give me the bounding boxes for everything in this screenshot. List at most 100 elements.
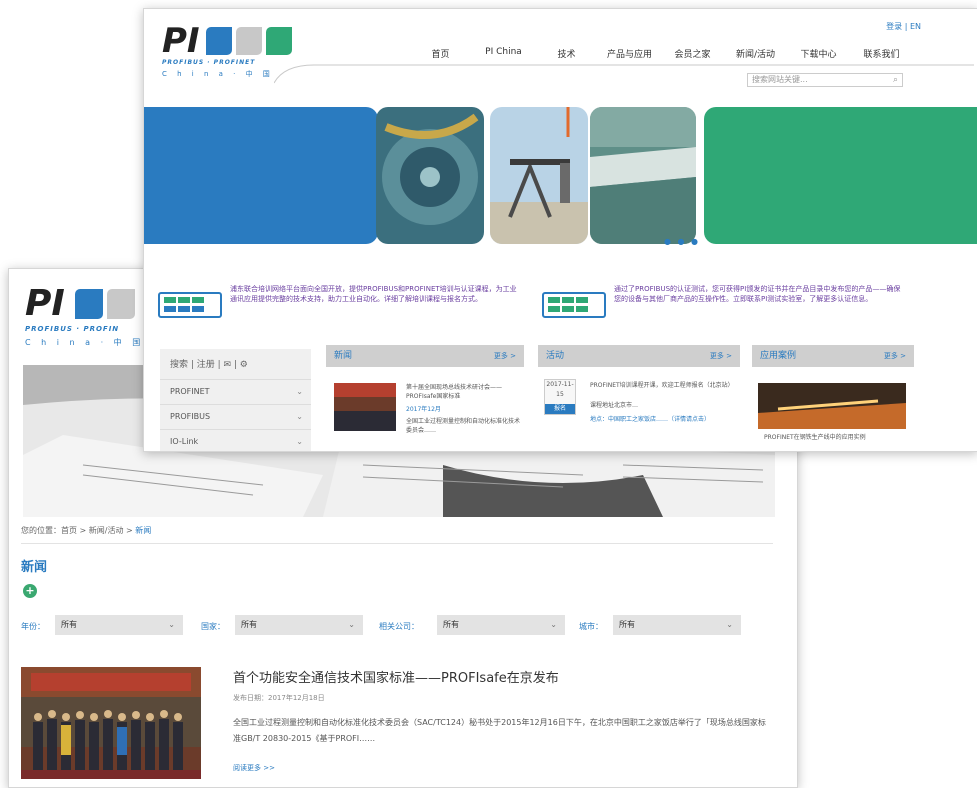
event-item-desc: 地点：中国职工之家饭店……（详情请点击） <box>590 416 711 423</box>
news-column-header: 新闻 更多 > <box>326 345 524 367</box>
banner-panel-gear[interactable] <box>376 107 484 244</box>
filter-company-label: 相关公司： <box>379 622 419 631</box>
news-column-title[interactable]: 新闻 <box>334 351 352 361</box>
divider <box>21 543 773 544</box>
filter-city-value: 所有 <box>619 620 635 629</box>
nav-item-home[interactable]: 首页 <box>409 47 472 60</box>
article-title-link[interactable]: 首个功能安全通信技术国家标准——PROFIsafe在京发布 <box>233 667 559 686</box>
logo-blue-square <box>206 27 232 55</box>
chevron-down-icon: ⌄ <box>348 620 355 629</box>
breadcrumb: 您的位置：首页 > 新闻/活动 > 新闻 <box>21 525 151 536</box>
banner-panel-green <box>704 107 977 244</box>
sidebar-item-label: PROFIBUS <box>170 412 211 421</box>
pi-logo-mark: PI <box>25 283 65 324</box>
home-page-window: PI PROFIBUS · PROFINET C h i n a · 中 国 登… <box>143 8 977 452</box>
filter-country-select[interactable]: 所有 ⌄ <box>235 615 363 635</box>
event-item-title[interactable]: PROFINET培训课程开课，欢迎工程师报名（北京站） <box>590 381 740 390</box>
top-links-separator: | <box>902 22 910 31</box>
events-more-link[interactable]: 更多 > <box>710 345 732 367</box>
news-item-title[interactable]: 第十届全国现场总线技术研讨会——PROFIsafe国家标准 <box>406 383 524 401</box>
event-date-badge: 2017-11-15 报名 <box>544 379 576 415</box>
promo-text-left: 浦东联合培训网络平台面向全国开放，提供PROFIBUS和PROFINET培训与认… <box>230 285 517 303</box>
case-item-title[interactable]: PROFINET在钢铁生产线中的应用实例 <box>764 433 914 442</box>
cases-more-link[interactable]: 更多 > <box>884 345 906 367</box>
search-icon[interactable]: ⌕ <box>893 74 898 86</box>
chevron-down-icon: ⌄ <box>726 620 733 629</box>
sidebar: 搜索 | 注册 | ✉ | ⚙ PROFINET ⌄ PROFIBUS ⌄ IO-L… <box>160 349 311 451</box>
pi-logo-mark: PI <box>162 21 200 61</box>
breadcrumb-prefix: 您的位置： <box>21 526 61 535</box>
filter-company-value: 所有 <box>443 620 459 629</box>
filter-year-value: 所有 <box>61 620 77 629</box>
news-item-date: 2017年12月 <box>406 406 441 413</box>
read-more-link[interactable]: 阅读更多 >> <box>233 763 275 773</box>
sidebar-item-profibus[interactable]: PROFIBUS ⌄ <box>160 404 311 429</box>
breadcrumb-section[interactable]: 新闻/活动 <box>89 526 124 535</box>
sidebar-item-iolink[interactable]: IO-Link ⌄ <box>160 429 311 451</box>
breadcrumb-home[interactable]: 首页 <box>61 526 77 535</box>
filter-year-label: 年份： <box>21 622 45 631</box>
case-thumbnail[interactable] <box>758 383 906 429</box>
events-column-header: 活动 更多 > <box>538 345 740 367</box>
sidebar-item-label: IO-Link <box>170 437 199 446</box>
filter-company-select[interactable]: 所有 ⌄ <box>437 615 565 635</box>
event-item-sub: 课程地址北京市… <box>590 402 639 409</box>
nav-item-pi-china[interactable]: PI China <box>472 47 535 60</box>
english-link[interactable]: EN <box>910 22 921 31</box>
news-item-desc: 全国工业过程测量控制和自动化标准化技术委员会…… <box>406 418 521 434</box>
cases-column-header: 应用案例 更多 > <box>752 345 914 367</box>
logo-gray-square <box>236 27 262 55</box>
event-tag[interactable]: 报名 <box>545 404 575 414</box>
page-title: 新闻 <box>21 560 48 575</box>
nav-item-members[interactable]: 会员之家 <box>661 47 724 60</box>
logo-gray-square <box>107 289 135 319</box>
sidebar-item-label: PROFINET <box>170 387 210 396</box>
news-more-link[interactable]: 更多 > <box>494 345 516 367</box>
filter-year-select[interactable]: 所有 ⌄ <box>55 615 183 635</box>
nav-item-products[interactable]: 产品与应用 <box>598 47 661 60</box>
banner-panel-oil-pump[interactable] <box>490 107 588 244</box>
breadcrumb-separator: > <box>77 526 89 535</box>
nav-item-news[interactable]: 新闻/活动 <box>724 47 787 60</box>
article-date: 发布日期：2017年12月18日 <box>233 694 325 702</box>
logo-subtitle: PROFIBUS · PROFIN <box>25 325 120 333</box>
article-thumbnail[interactable] <box>21 667 201 779</box>
profinet-badge[interactable] <box>542 292 606 318</box>
nav-item-contact[interactable]: 联系我们 <box>850 47 913 60</box>
promo-text-right: 通过了PROFIBUS的认证测试，您可获得PI颁发的证书并在产品目录中发布您的产… <box>614 285 901 303</box>
login-link[interactable]: 登录 <box>886 22 902 31</box>
filter-city-label: 城市： <box>579 622 603 631</box>
chevron-down-icon: ⌄ <box>296 437 303 446</box>
cases-column-title[interactable]: 应用案例 <box>760 351 796 361</box>
logo-china: C h i n a · 中 国 <box>162 70 274 78</box>
sidebar-item-profinet[interactable]: PROFINET ⌄ <box>160 379 311 404</box>
banner-panel-dam[interactable] <box>590 107 696 244</box>
nav-item-downloads[interactable]: 下载中心 <box>787 47 850 60</box>
top-links: 登录 | EN <box>886 21 921 32</box>
hero-banner <box>144 107 977 244</box>
filter-city-select[interactable]: 所有 ⌄ <box>613 615 741 635</box>
logo-blue-square <box>75 289 103 319</box>
logo-green-square <box>266 27 292 55</box>
breadcrumb-current: 新闻 <box>135 526 152 535</box>
search-placeholder: 搜索网站关键... <box>752 75 808 84</box>
filter-country-value: 所有 <box>241 620 257 629</box>
carousel-indicator[interactable]: ● ● ● <box>664 237 700 246</box>
plus-icon[interactable]: + <box>23 584 37 598</box>
nav-item-technology[interactable]: 技术 <box>535 47 598 60</box>
banner-panel-blue <box>144 107 378 244</box>
event-date: 2017-11-15 <box>546 381 574 398</box>
filter-country-label: 国家： <box>201 622 225 631</box>
chevron-down-icon: ⌄ <box>168 620 175 629</box>
events-column-title[interactable]: 活动 <box>546 351 564 361</box>
news-thumbnail[interactable] <box>334 383 396 431</box>
sidebar-tools[interactable]: 搜索 | 注册 | ✉ | ⚙ <box>160 349 311 379</box>
main-nav: 首页 PI China 技术 产品与应用 会员之家 新闻/活动 下载中心 联系我… <box>409 47 913 60</box>
search-input[interactable]: 搜索网站关键... ⌕ <box>747 73 903 87</box>
breadcrumb-separator: > <box>123 526 136 535</box>
chevron-down-icon: ⌄ <box>296 412 303 421</box>
chevron-down-icon: ⌄ <box>550 620 557 629</box>
logo-subtitle: PROFIBUS · PROFINET <box>162 59 256 66</box>
profibus-badge[interactable] <box>158 292 222 318</box>
article-summary: 全国工业过程测量控制和自动化标准化技术委员会（SAC/TC124）秘书处于201… <box>233 718 766 743</box>
